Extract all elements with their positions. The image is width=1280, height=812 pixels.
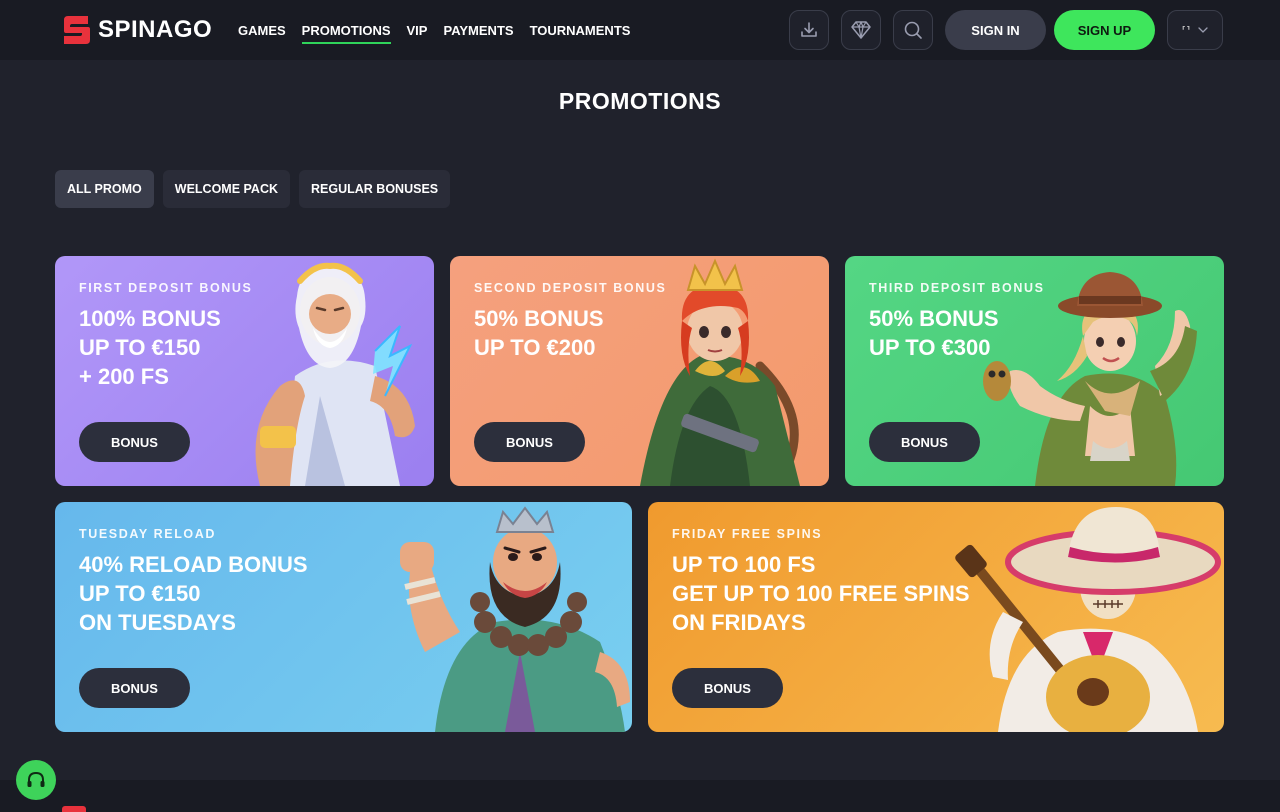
promo-card-label: FRIDAY FREE SPINS <box>672 527 823 541</box>
promo-card-second-deposit[interactable]: SECOND DEPOSIT BONUS 50% BONUS UP TO €20… <box>450 256 829 486</box>
site-header: SPINAGO GAMES PROMOTIONS VIP PAYMENTS TO… <box>0 0 1280 60</box>
search-button[interactable] <box>893 10 933 50</box>
promo-card-third-deposit[interactable]: THIRD DEPOSIT BONUS 50% BONUS UP TO €300… <box>845 256 1224 486</box>
headline-line: UP TO €300 <box>869 335 991 360</box>
bonus-button[interactable]: BONUS <box>79 422 190 462</box>
filter-regular-bonuses[interactable]: REGULAR BONUSES <box>299 170 451 208</box>
explorer-woman-character <box>983 272 1197 486</box>
diamond-icon <box>851 21 871 39</box>
language-flag: ⸢⸣ <box>1181 24 1191 37</box>
promo-card-headline: 100% BONUS UP TO €150 + 200 FS <box>79 304 221 391</box>
logo-mark-icon <box>64 16 90 44</box>
filter-all-promo[interactable]: ALL PROMO <box>55 170 154 208</box>
filter-welcome-pack[interactable]: WELCOME PACK <box>162 170 291 208</box>
promo-card-headline: 40% RELOAD BONUS UP TO €150 ON TUESDAYS <box>79 550 308 637</box>
headline-line: GET UP TO 100 FREE SPINS <box>672 581 970 606</box>
language-selector[interactable]: ⸢⸣ <box>1167 10 1223 50</box>
headline-line: 40% RELOAD BONUS <box>79 552 308 577</box>
promo-card-headline: UP TO 100 FS GET UP TO 100 FREE SPINS ON… <box>672 550 970 637</box>
headline-line: UP TO €150 <box>79 335 201 360</box>
promo-card-friday-free-spins[interactable]: FRIDAY FREE SPINS UP TO 100 FS GET UP TO… <box>648 502 1224 732</box>
bonus-button[interactable]: BONUS <box>672 668 783 708</box>
headline-line: UP TO €150 <box>79 581 201 606</box>
bearded-monk-character <box>400 506 630 732</box>
headline-line: 50% BONUS <box>869 306 999 331</box>
download-button[interactable] <box>789 10 829 50</box>
vip-diamond-button[interactable] <box>841 10 881 50</box>
promo-card-tuesday-reload[interactable]: TUESDAY RELOAD 40% RELOAD BONUS UP TO €1… <box>55 502 632 732</box>
headline-line: + 200 FS <box>79 364 169 389</box>
main-nav: GAMES PROMOTIONS VIP PAYMENTS TOURNAMENT… <box>238 0 646 60</box>
promo-card-headline: 50% BONUS UP TO €300 <box>869 304 999 362</box>
headline-line: 100% BONUS <box>79 306 221 331</box>
archer-girl-character <box>640 258 800 486</box>
promo-filter-tabs: ALL PROMO WELCOME PACK REGULAR BONUSES <box>55 170 451 208</box>
headline-line: 50% BONUS <box>474 306 604 331</box>
logo[interactable]: SPINAGO <box>60 13 212 47</box>
logo-text: SPINAGO <box>98 16 213 43</box>
nav-vip[interactable]: VIP <box>407 0 428 60</box>
promo-card-headline: 50% BONUS UP TO €200 <box>474 304 604 362</box>
sign-up-button[interactable]: SIGN UP <box>1054 10 1155 50</box>
headline-line: ON TUESDAYS <box>79 610 236 635</box>
headline-line: UP TO 100 FS <box>672 552 816 577</box>
download-icon <box>801 22 817 37</box>
page-title: PROMOTIONS <box>558 88 722 114</box>
headline-line: UP TO €200 <box>474 335 596 360</box>
headset-icon <box>27 771 45 787</box>
search-icon <box>904 21 922 39</box>
nav-games[interactable]: GAMES <box>238 0 286 60</box>
site-footer <box>0 780 1280 812</box>
support-chat-button[interactable] <box>16 760 56 800</box>
promo-card-label: TUESDAY RELOAD <box>79 527 217 541</box>
zeus-character <box>255 262 415 486</box>
nav-tournaments[interactable]: TOURNAMENTS <box>530 0 631 60</box>
nav-promotions[interactable]: PROMOTIONS <box>301 0 391 60</box>
promo-card-first-deposit[interactable]: FIRST DEPOSIT BONUS 100% BONUS UP TO €15… <box>55 256 434 486</box>
bonus-button[interactable]: BONUS <box>79 668 190 708</box>
nav-payments[interactable]: PAYMENTS <box>443 0 513 60</box>
bonus-button[interactable]: BONUS <box>869 422 980 462</box>
footer-logo-icon <box>62 806 86 812</box>
sign-in-button[interactable]: SIGN IN <box>945 10 1046 50</box>
mariachi-skeleton-character <box>955 507 1221 732</box>
headline-line: ON FRIDAYS <box>672 610 806 635</box>
chevron-down-icon <box>1198 27 1208 33</box>
bonus-button[interactable]: BONUS <box>474 422 585 462</box>
